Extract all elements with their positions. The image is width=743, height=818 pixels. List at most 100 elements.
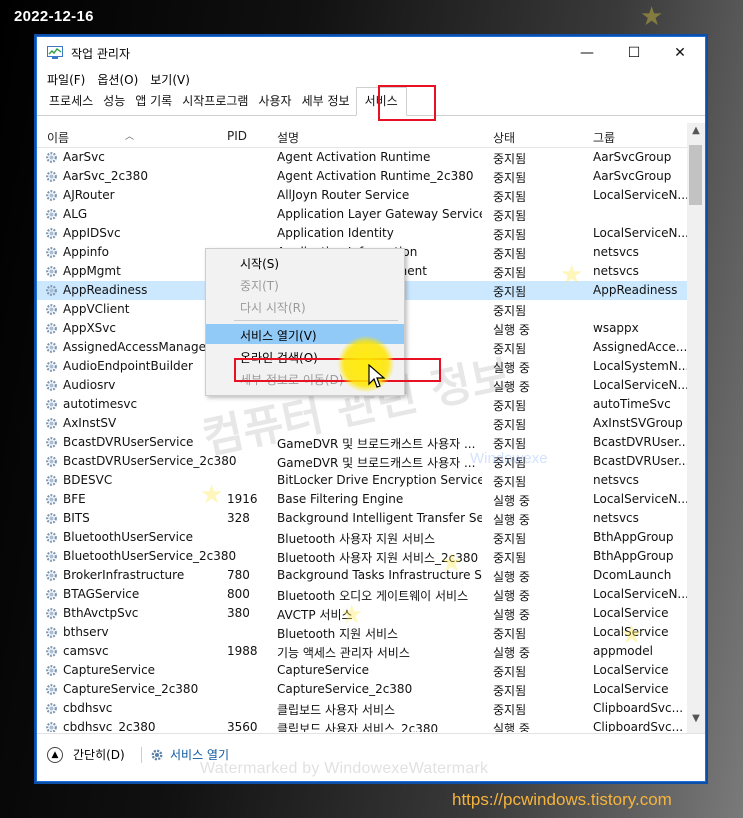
chevron-up-icon: ▲ [47, 746, 63, 763]
service-row[interactable]: BFE 1916 Base Filtering Engine 실행 중 LocalSer… [37, 490, 687, 509]
ctx-start[interactable]: 시작(S) [206, 252, 404, 272]
service-name: AJRouter [63, 188, 115, 202]
ctx-stop[interactable]: 중지(T) [206, 274, 404, 294]
service-group: AxInstSVGroup [593, 416, 683, 430]
tab-startup[interactable]: 시작프로그램 [178, 92, 252, 115]
service-group: netsvcs [593, 245, 639, 259]
service-group: BcastDVRUser... [593, 435, 687, 449]
service-gear-icon [46, 570, 57, 581]
tab-performance[interactable]: 성능 [99, 92, 129, 115]
service-row[interactable]: BluetoothUserService_2c380 Bluetooth 사용자 … [37, 547, 687, 566]
service-group: LocalServiceN... [593, 188, 687, 202]
title-bar: 작업 관리자 — ☐ ✕ [37, 37, 705, 69]
services-list: AarSvc Agent Activation Runtime 중지됨 AarSvcG… [37, 148, 687, 732]
service-group: LocalServiceN... [593, 226, 687, 240]
date-stamp: 2022-12-16 [14, 8, 94, 25]
decorative-star: ★ [340, 600, 364, 630]
service-description: 기능 액세스 관리자 서비스 [277, 646, 410, 660]
service-row[interactable]: AarSvc Agent Activation Runtime 중지됨 AarSvcG… [37, 148, 687, 167]
service-status: 중지됨 [493, 551, 527, 565]
service-name: BrokerInfrastructure [63, 568, 185, 582]
service-description: AllJoyn Router Service [277, 188, 410, 202]
vertical-scrollbar[interactable]: ▲ ▼ [687, 123, 705, 733]
service-row[interactable]: BITS 328 Background Intelligent Transfer S… [37, 509, 687, 528]
ctx-go-to-details-label: 세부 정보로 이동(D) [240, 373, 344, 387]
service-status: 중지됨 [493, 665, 527, 679]
service-status: 중지됨 [493, 228, 527, 242]
decorative-star: ★ [620, 620, 644, 650]
service-row[interactable]: BcastDVRUserService GameDVR 및 브로드캐스트 사용자 … [37, 433, 687, 452]
service-row[interactable]: ALG Application Layer Gateway Service 중지됨 [37, 205, 687, 224]
service-group: autoTimeSvc [593, 397, 671, 411]
column-status[interactable]: 상태 [493, 129, 515, 146]
column-group[interactable]: 그룹 [593, 129, 615, 146]
service-row[interactable]: CaptureService CaptureService 중지됨 LocalServ… [37, 661, 687, 680]
menu-view[interactable]: 보기(V) [150, 71, 190, 88]
service-gear-icon [46, 494, 57, 505]
service-name: camsvc [63, 644, 109, 658]
service-description: CaptureService [277, 663, 370, 677]
service-status: 중지됨 [493, 152, 527, 166]
service-group: netsvcs [593, 264, 639, 278]
service-row[interactable]: CaptureService_2c380 CaptureService_2c380… [37, 680, 687, 699]
column-description[interactable]: 설명 [277, 129, 299, 146]
column-pid[interactable]: PID [227, 129, 247, 143]
service-row[interactable]: BcastDVRUserService_2c380 GameDVR 및 브로드캐스… [37, 452, 687, 471]
service-row[interactable]: BrokerInfrastructure 780 Background Tasks … [37, 566, 687, 585]
service-row[interactable]: camsvc 1988 기능 액세스 관리자 서비스 실행 중 appmodel [37, 642, 687, 661]
service-row[interactable]: AarSvc_2c380 Agent Activation Runtime_2c3… [37, 167, 687, 186]
service-pid: 800 [227, 587, 250, 601]
scroll-thumb[interactable] [689, 145, 702, 205]
service-name: BITS [63, 511, 90, 525]
service-gear-icon [46, 152, 57, 163]
service-description: Base Filtering Engine [277, 492, 404, 506]
service-row[interactable]: cbdhsvc_2c380 3560 클립보드 사용자 서비스_2c380 실행 중 C… [37, 718, 687, 732]
tab-processes[interactable]: 프로세스 [45, 92, 97, 115]
service-gear-icon [46, 399, 57, 410]
scroll-down-icon[interactable]: ▼ [687, 713, 705, 731]
service-gear-icon [46, 589, 57, 600]
service-pid: 1988 [227, 644, 258, 658]
service-pid: 780 [227, 568, 250, 582]
service-status: 중지됨 [493, 209, 527, 223]
ctx-start-label: 시작(S) [240, 257, 280, 271]
service-row[interactable]: cbdhsvc 클립보드 사용자 서비스 중지됨 ClipboardSvc... [37, 699, 687, 718]
service-description: Bluetooth 사용자 지원 서비스 [277, 532, 436, 546]
close-button[interactable]: ✕ [657, 37, 703, 69]
tab-services[interactable]: 서비스 [355, 87, 407, 116]
ctx-restart[interactable]: 다시 시작(R) [206, 296, 404, 316]
service-gear-icon [46, 532, 57, 543]
service-group: netsvcs [593, 473, 639, 487]
service-row[interactable]: AJRouter AllJoyn Router Service 중지됨 LocalSe… [37, 186, 687, 205]
service-row[interactable]: BDESVC BitLocker Drive Encryption Service… [37, 471, 687, 490]
minimize-button[interactable]: — [564, 37, 610, 69]
service-status: 실행 중 [493, 323, 530, 337]
tab-details[interactable]: 세부 정보 [298, 92, 354, 115]
menu-options[interactable]: 옵션(O) [97, 71, 138, 88]
fewer-details-button[interactable]: ▲ 간단히(D) [47, 746, 125, 763]
service-description: 클립보드 사용자 서비스_2c380 [277, 722, 439, 732]
tab-app-history[interactable]: 앱 기록 [131, 92, 176, 115]
service-row[interactable]: AppIDSvc Application Identity 중지됨 LocalServ… [37, 224, 687, 243]
service-group: ClipboardSvc... [593, 701, 684, 715]
scroll-up-icon[interactable]: ▲ [687, 125, 705, 143]
menu-file[interactable]: 파일(F) [47, 71, 85, 88]
service-group: netsvcs [593, 511, 639, 525]
service-gear-icon [46, 456, 57, 467]
service-row[interactable]: BluetoothUserService Bluetooth 사용자 지원 서비스… [37, 528, 687, 547]
service-status: 실행 중 [493, 570, 530, 584]
service-status: 중지됨 [493, 190, 527, 204]
service-gear-icon [46, 304, 57, 315]
service-name: AarSvc [63, 150, 105, 164]
service-gear-icon [46, 437, 57, 448]
service-description: GameDVR 및 브로드캐스트 사용자 ... [277, 456, 476, 470]
service-description: Agent Activation Runtime_2c380 [277, 169, 474, 183]
service-group: LocalServiceN... [593, 492, 687, 506]
menu-bar: 파일(F) 옵션(O) 보기(V) [37, 69, 705, 89]
maximize-button[interactable]: ☐ [611, 37, 657, 69]
service-name: ALG [63, 207, 88, 221]
service-gear-icon [46, 513, 57, 524]
tab-users[interactable]: 사용자 [254, 92, 295, 115]
service-pid: 3560 [227, 720, 258, 732]
column-name[interactable]: 이름 [47, 129, 69, 146]
